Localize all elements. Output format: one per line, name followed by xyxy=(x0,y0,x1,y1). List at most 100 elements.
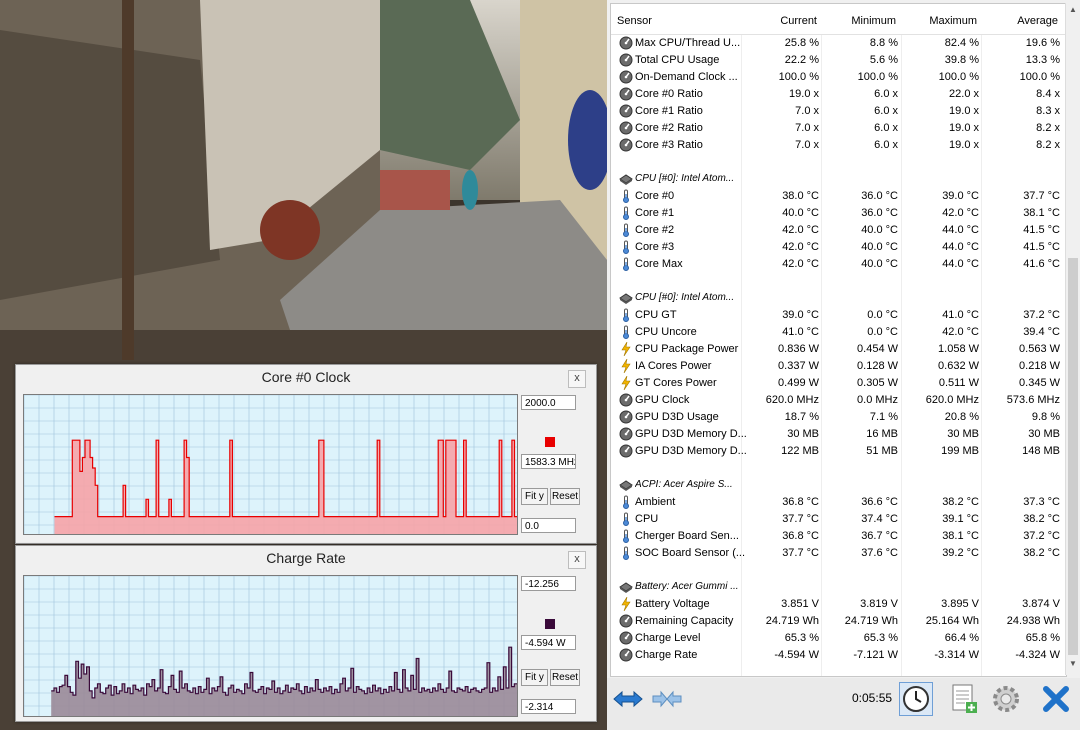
charge-rate-graph-window[interactable]: Charge Rate x -12.256 -4.594 W Fit y Res… xyxy=(15,545,597,722)
series-color-swatch[interactable] xyxy=(545,619,555,629)
chip-icon xyxy=(619,172,633,186)
sensor-average: 8.2 x xyxy=(1036,139,1060,151)
sensor-group-header[interactable]: CPU [#0]: Intel Atom... xyxy=(611,290,1066,307)
sensor-group-header[interactable]: Battery: Acer Gummi ... xyxy=(611,579,1066,596)
clock-icon[interactable] xyxy=(899,682,933,716)
chip-icon xyxy=(619,291,633,305)
sensor-row[interactable]: GT Cores Power 0.499 W 0.305 W 0.511 W 0.345… xyxy=(611,375,1066,392)
sensor-row[interactable]: CPU Package Power 0.836 W 0.454 W 1.058 W 0.… xyxy=(611,341,1066,358)
scroll-down-arrow-icon[interactable]: ▼ xyxy=(1068,659,1078,669)
sensor-current: 36.8 °C xyxy=(782,496,819,508)
sensor-row[interactable]: SOC Board Sensor (... 37.7 °C 37.6 °C 39.2 … xyxy=(611,545,1066,562)
sensor-row[interactable]: Charge Level 65.3 % 65.3 % 66.4 % 65.8 % xyxy=(611,630,1066,647)
close-graph-button[interactable]: x xyxy=(568,370,586,388)
sensor-maximum: 25.164 Wh xyxy=(925,615,979,627)
sensor-minimum: 40.0 °C xyxy=(861,258,898,270)
gauge-icon xyxy=(619,648,633,662)
fit-y-button[interactable]: Fit y xyxy=(521,488,548,505)
expand-arrows-icon[interactable] xyxy=(611,682,645,716)
sensor-maximum: 100.0 % xyxy=(938,71,979,83)
collapse-arrows-icon[interactable] xyxy=(650,682,684,716)
sensor-row[interactable]: IA Cores Power 0.337 W 0.128 W 0.632 W 0.218… xyxy=(611,358,1066,375)
core-clock-graph-window[interactable]: Core #0 Clock x 2000.0 1583.3 MHz Fit y … xyxy=(15,364,597,544)
sensor-maximum: 19.0 x xyxy=(949,105,979,117)
gauge-icon xyxy=(619,393,633,407)
sensor-minimum: 40.0 °C xyxy=(861,224,898,236)
sensor-average: 8.2 x xyxy=(1036,122,1060,134)
sensor-current: 0.337 W xyxy=(778,360,819,372)
series-color-swatch[interactable] xyxy=(545,437,555,447)
thermometer-icon xyxy=(619,529,633,543)
report-icon[interactable] xyxy=(946,682,980,716)
sensor-table[interactable]: Sensor Current Minimum Maximum Average M… xyxy=(610,3,1067,677)
fit-y-button[interactable]: Fit y xyxy=(521,669,548,686)
graph-max-value: -12.256 xyxy=(521,576,576,591)
sensor-minimum: 5.6 % xyxy=(869,54,898,66)
sensor-row[interactable]: GPU D3D Memory D... 122 MB 51 MB 199 MB 148 … xyxy=(611,443,1066,460)
sensor-row[interactable]: CPU GT 39.0 °C 0.0 °C 41.0 °C 37.2 °C xyxy=(611,307,1066,324)
sensor-maximum: 30 MB xyxy=(947,428,979,440)
sensor-row[interactable]: Max CPU/Thread U... 25.8 % 8.8 % 82.4 % 19.6… xyxy=(611,35,1066,52)
sensor-minimum: 36.7 °C xyxy=(861,530,898,542)
sensor-current: 30 MB xyxy=(787,428,819,440)
series-area xyxy=(51,647,517,716)
sensor-current: 0.499 W xyxy=(778,377,819,389)
sensor-current: 25.8 % xyxy=(784,37,819,49)
close-x-icon[interactable] xyxy=(1039,682,1073,716)
sensor-row[interactable]: CPU Uncore 41.0 °C 0.0 °C 42.0 °C 39.4 °C xyxy=(611,324,1066,341)
series-area xyxy=(54,440,517,534)
thermometer-icon xyxy=(619,240,633,254)
sensor-row[interactable]: Cherger Board Sen... 36.8 °C 36.7 °C 38.1 °… xyxy=(611,528,1066,545)
scroll-up-arrow-icon[interactable]: ▲ xyxy=(1068,5,1078,15)
sensor-average: 41.5 °C xyxy=(1023,224,1060,236)
sensor-row[interactable]: Core #1 40.0 °C 36.0 °C 42.0 °C 38.1 °C xyxy=(611,205,1066,222)
sensor-average: 8.3 x xyxy=(1036,105,1060,117)
settings-gear-icon[interactable] xyxy=(989,682,1023,716)
sensor-minimum: 16 MB xyxy=(866,428,898,440)
sensor-row[interactable]: Total CPU Usage 22.2 % 5.6 % 39.8 % 13.3 % xyxy=(611,52,1066,69)
sensor-group-header[interactable]: CPU [#0]: Intel Atom... xyxy=(611,171,1066,188)
sensor-maximum: 66.4 % xyxy=(944,632,979,644)
column-header-minimum[interactable]: Minimum xyxy=(821,15,896,27)
column-header-average[interactable]: Average xyxy=(981,15,1058,27)
sensor-name: CPU [#0]: Intel Atom... xyxy=(635,173,735,184)
sensor-maximum: 39.0 °C xyxy=(942,190,979,202)
sensor-row[interactable]: On-Demand Clock ... 100.0 % 100.0 % 100.0 %… xyxy=(611,69,1066,86)
sensor-row[interactable]: Core #2 42.0 °C 40.0 °C 44.0 °C 41.5 °C xyxy=(611,222,1066,239)
sensor-row[interactable]: Battery Voltage 3.851 V 3.819 V 3.895 V 3.87… xyxy=(611,596,1066,613)
sensor-current: 37.7 °C xyxy=(782,513,819,525)
reset-button[interactable]: Reset xyxy=(550,488,580,505)
column-header-maximum[interactable]: Maximum xyxy=(901,15,977,27)
sensor-group-header[interactable]: ACPI: Acer Aspire S... xyxy=(611,477,1066,494)
sensor-row[interactable]: Core #1 Ratio 7.0 x 6.0 x 19.0 x 8.3 x xyxy=(611,103,1066,120)
sensor-row[interactable]: Ambient 36.8 °C 36.6 °C 38.2 °C 37.3 °C xyxy=(611,494,1066,511)
sensor-average: 39.4 °C xyxy=(1023,326,1060,338)
close-graph-button[interactable]: x xyxy=(568,551,586,569)
graph-max-value: 2000.0 xyxy=(521,395,576,410)
sensor-row[interactable]: GPU D3D Memory D... 30 MB 16 MB 30 MB 30 MB xyxy=(611,426,1066,443)
sensor-row[interactable]: Core #3 Ratio 7.0 x 6.0 x 19.0 x 8.2 x xyxy=(611,137,1066,154)
sensor-maximum: 41.0 °C xyxy=(942,309,979,321)
sensor-current: 7.0 x xyxy=(795,105,819,117)
sensor-row[interactable]: Charge Rate -4.594 W -7.121 W -3.314 W -4.32… xyxy=(611,647,1066,664)
sensor-row[interactable]: GPU D3D Usage 18.7 % 7.1 % 20.8 % 9.8 % xyxy=(611,409,1066,426)
table-header: Sensor Current Minimum Maximum Average xyxy=(611,4,1066,35)
column-header-sensor[interactable]: Sensor xyxy=(617,15,652,27)
sensor-row[interactable]: Core #0 Ratio 19.0 x 6.0 x 22.0 x 8.4 x xyxy=(611,86,1066,103)
sensor-row[interactable]: Core Max 42.0 °C 40.0 °C 44.0 °C 41.6 °C xyxy=(611,256,1066,273)
sensor-average: 65.8 % xyxy=(1025,632,1060,644)
sensor-row[interactable]: GPU Clock 620.0 MHz 0.0 MHz 620.0 MHz 573.6 … xyxy=(611,392,1066,409)
sensor-row[interactable]: Core #0 38.0 °C 36.0 °C 39.0 °C 37.7 °C xyxy=(611,188,1066,205)
column-header-current[interactable]: Current xyxy=(741,15,817,27)
reset-button[interactable]: Reset xyxy=(550,669,580,686)
sensor-average: 148 MB xyxy=(1022,445,1060,457)
thermometer-icon xyxy=(619,308,633,322)
vertical-scrollbar[interactable]: ▲ ▼ xyxy=(1065,3,1080,675)
sensor-row[interactable]: CPU 37.7 °C 37.4 °C 39.1 °C 38.2 °C xyxy=(611,511,1066,528)
sensor-row[interactable]: Core #3 42.0 °C 40.0 °C 44.0 °C 41.5 °C xyxy=(611,239,1066,256)
sensor-row[interactable]: Remaining Capacity 24.719 Wh 24.719 Wh 25.1… xyxy=(611,613,1066,630)
sensor-row[interactable]: Core #2 Ratio 7.0 x 6.0 x 19.0 x 8.2 x xyxy=(611,120,1066,137)
lightning-icon xyxy=(619,341,633,357)
sensor-current: 36.8 °C xyxy=(782,530,819,542)
scrollbar-thumb[interactable] xyxy=(1068,258,1078,655)
